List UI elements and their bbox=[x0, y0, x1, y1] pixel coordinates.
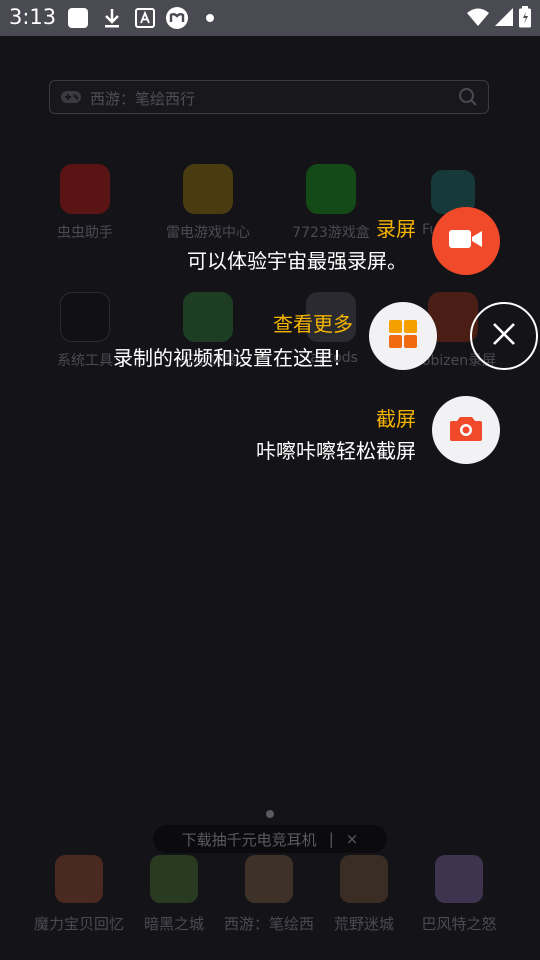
dock-app-moli[interactable]: 魔力宝贝回忆 bbox=[29, 855, 129, 934]
leidian-icon bbox=[183, 164, 233, 214]
screenshot-description: 咔嚓咔嚓轻松截屏 bbox=[256, 439, 416, 463]
view-more-button[interactable] bbox=[369, 302, 437, 370]
signal-icon bbox=[494, 7, 514, 31]
anhei-icon bbox=[150, 855, 198, 903]
screenshot-button[interactable] bbox=[432, 396, 500, 464]
app-label: 7723游戏盒 bbox=[292, 225, 370, 241]
close-menu-button[interactable] bbox=[470, 302, 538, 370]
font-a-icon bbox=[133, 6, 157, 30]
gamepad-icon bbox=[60, 87, 82, 111]
system-tools-icon bbox=[60, 292, 110, 342]
battery-icon bbox=[518, 6, 532, 32]
grid-icon bbox=[389, 320, 417, 352]
promo-separator: | bbox=[328, 830, 334, 848]
app-label: 虫虫助手 bbox=[57, 225, 113, 241]
promo-close-button[interactable]: × bbox=[346, 830, 359, 848]
camera-icon bbox=[449, 414, 483, 446]
app-leidian[interactable]: 雷电游戏中心 bbox=[153, 164, 263, 242]
page-indicator bbox=[266, 810, 274, 818]
record-description: 可以体验宇宙最强录屏。 bbox=[187, 249, 407, 273]
close-icon bbox=[491, 321, 517, 351]
notification-square-icon bbox=[66, 6, 90, 30]
record-title: 录屏 bbox=[376, 217, 416, 241]
search-bar[interactable]: 西游：笔绘西行 bbox=[49, 80, 489, 114]
search-placeholder: 西游：笔绘西行 bbox=[90, 90, 196, 108]
app-label: 雷电游戏中心 bbox=[166, 225, 250, 241]
bafengte-icon bbox=[435, 855, 483, 903]
moli-icon bbox=[55, 855, 103, 903]
wifi-icon bbox=[466, 7, 490, 31]
dock-app-anhei[interactable]: 暗黑之城 bbox=[124, 855, 224, 934]
dock-app-xiyou[interactable]: 西游：笔绘西 bbox=[219, 855, 319, 934]
app-chongchong[interactable]: 虫虫助手 bbox=[30, 164, 140, 242]
status-bar: 3:13 bbox=[0, 0, 540, 36]
xiyou-icon bbox=[245, 855, 293, 903]
dock-label: 巴风特之怒 bbox=[421, 915, 497, 933]
screenshot-title: 截屏 bbox=[376, 407, 416, 431]
status-right-icons bbox=[466, 6, 532, 32]
more-title: 查看更多 bbox=[273, 312, 353, 336]
dock-label: 荒野迷城 bbox=[333, 915, 394, 933]
promo-text: 下载抽千元电竞耳机 bbox=[181, 830, 317, 849]
haoyou-icon bbox=[183, 292, 233, 342]
video-camera-icon bbox=[448, 227, 484, 255]
more-description: 录制的视频和设置在这里! bbox=[112, 346, 341, 370]
dock-app-huangye[interactable]: 荒野迷城 bbox=[314, 855, 414, 934]
huangye-icon bbox=[340, 855, 388, 903]
dock-app-bafengte[interactable]: 巴风特之怒 bbox=[409, 855, 509, 934]
dock-label: 西游：笔绘西 bbox=[223, 915, 314, 933]
chongchong-icon bbox=[60, 164, 110, 214]
promo-banner[interactable]: 下载抽千元电竞耳机 | × bbox=[153, 825, 387, 853]
status-time: 3:13 bbox=[9, 5, 57, 29]
download-icon bbox=[100, 6, 124, 30]
mobizen-status-icon bbox=[165, 6, 189, 30]
search-icon[interactable] bbox=[458, 87, 478, 111]
dot-icon bbox=[198, 6, 222, 30]
record-button[interactable] bbox=[432, 207, 500, 275]
7723-icon bbox=[306, 164, 356, 214]
dock-label: 魔力宝贝回忆 bbox=[33, 915, 124, 933]
app-7723[interactable]: 7723游戏盒 bbox=[276, 164, 386, 242]
dock-label: 暗黑之城 bbox=[143, 915, 204, 933]
